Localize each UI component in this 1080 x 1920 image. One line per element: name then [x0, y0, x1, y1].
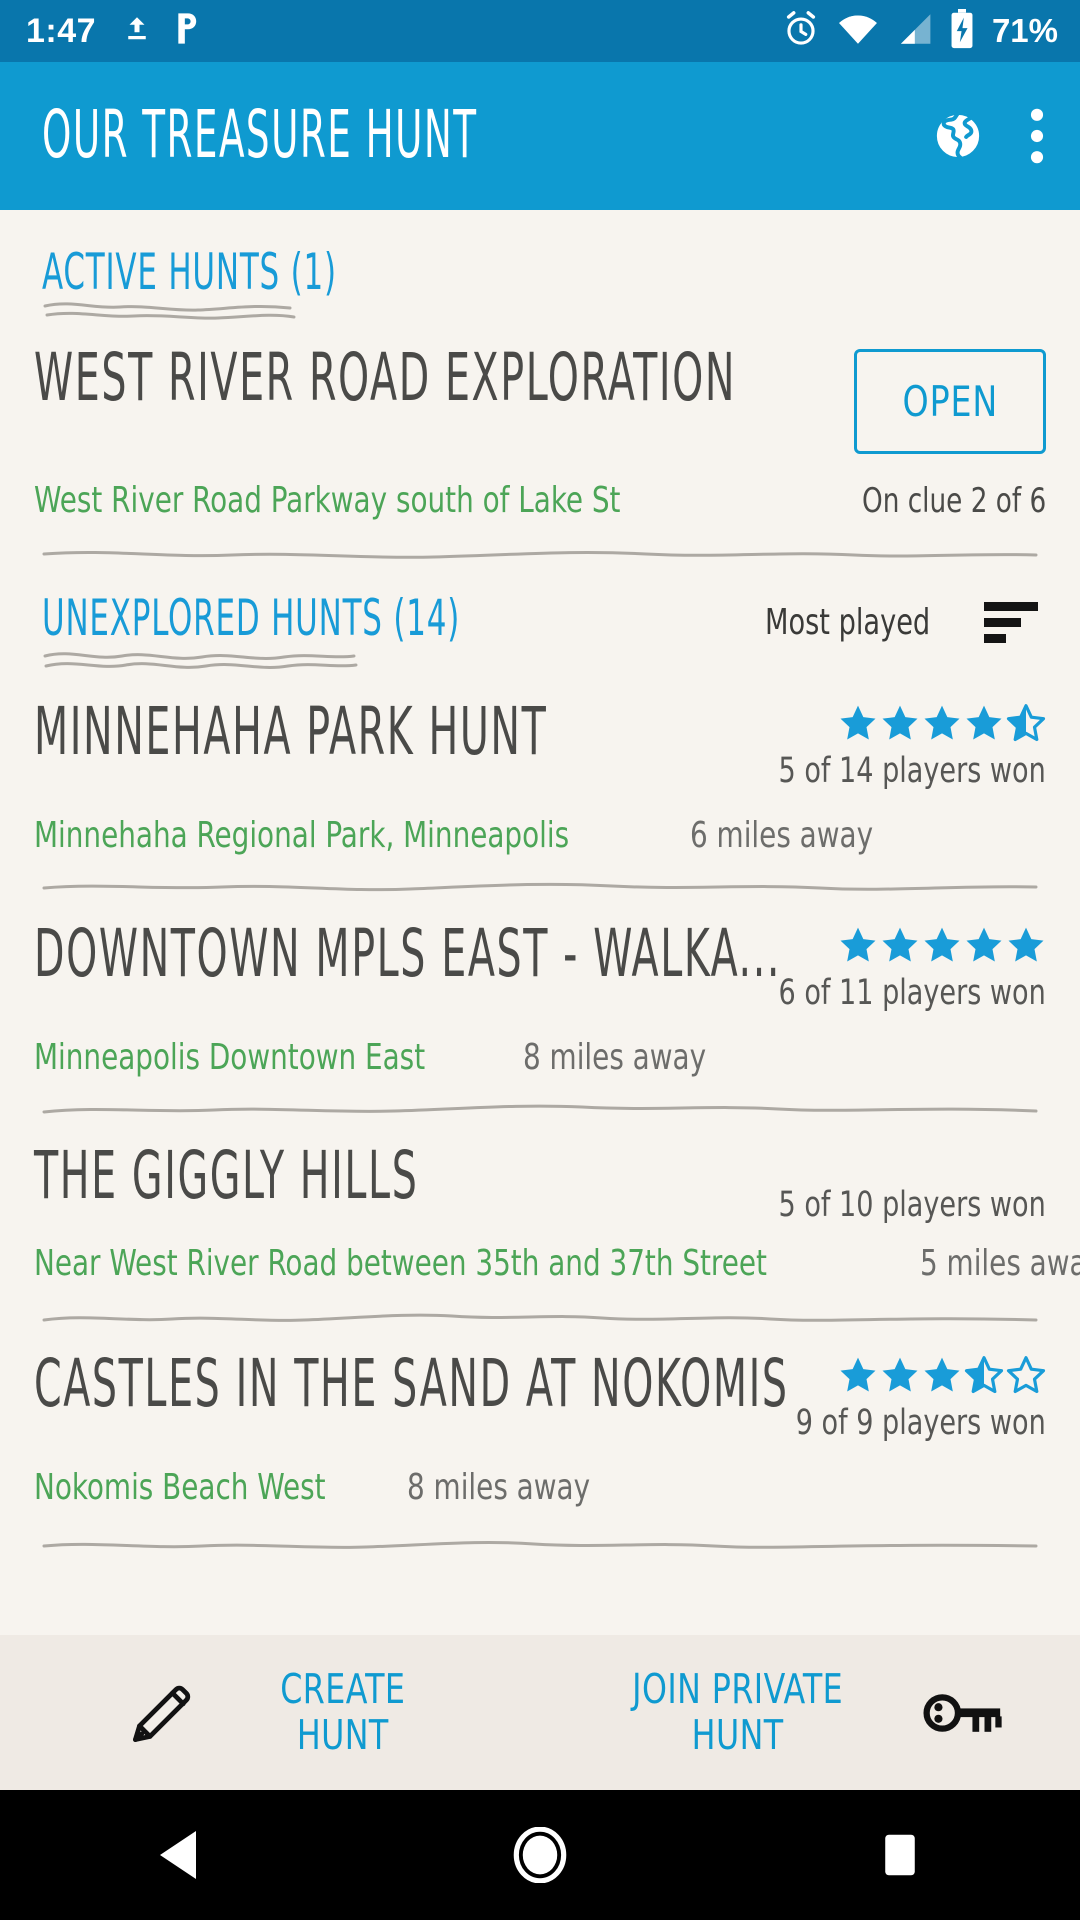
active-hunts-title: ACTIVE HUNTS (1) — [42, 243, 337, 302]
create-hunt-label: CREATE HUNT — [280, 1664, 406, 1759]
hunt-clue-status: On clue 2 of 6 — [861, 481, 1046, 521]
app-screen: 1:47 71% OUR TREASURE HUNT ACTIVE HUNTS … — [0, 0, 1080, 1920]
players-won-label: 5 of 14 players won — [778, 751, 1046, 791]
hunt-location: Near West River Road between 35th and 37… — [34, 1243, 767, 1284]
active-hunts-header: ACTIVE HUNTS (1) — [0, 210, 1080, 323]
hunt-location: Minnehaha Regional Park, Minneapolis — [34, 815, 570, 856]
hunt-location: Nokomis Beach West — [34, 1467, 326, 1508]
hunt-list-item[interactable]: DOWNTOWN MPLS EAST - WALKA... 6 of 11 pl… — [0, 919, 1080, 1078]
hunt-title: MINNEHAHA PARK HUNT — [34, 692, 548, 770]
star-full — [924, 705, 960, 740]
hunt-list-item[interactable]: MINNEHAHA PARK HUNT 5 of 14 players won … — [0, 697, 1080, 856]
star-empty — [1006, 1356, 1046, 1394]
join-private-hunt-label: JOIN PRIVATE HUNT — [632, 1664, 844, 1759]
active-hunt-row[interactable]: WEST RIVER ROAD EXPLORATION OPEN West Ri… — [0, 343, 1080, 521]
players-won-label: 6 of 11 players won — [778, 973, 1046, 1013]
open-button[interactable]: OPEN — [854, 349, 1046, 454]
star-full — [882, 705, 918, 740]
hunt-title: THE GIGGLY HILLS — [34, 1136, 419, 1214]
hunt-title: DOWNTOWN MPLS EAST - WALKA... — [34, 914, 782, 992]
sort-label: Most played — [765, 602, 931, 643]
players-won-label: 9 of 9 players won — [795, 1403, 1046, 1443]
battery-percent-label: 71% — [991, 12, 1058, 49]
globe-icon[interactable] — [930, 108, 986, 164]
key-icon — [923, 1683, 1005, 1743]
hunt-title: CASTLES IN THE SAND AT NOKOMIS — [34, 1344, 789, 1422]
hunt-list-item[interactable]: THE GIGGLY HILLS 5 of 10 players won Nea… — [0, 1141, 1080, 1284]
hunt-list-item[interactable]: CASTLES IN THE SAND AT NOKOMIS 9 of 9 pl… — [0, 1349, 1080, 1508]
hand-drawn-underline — [43, 652, 358, 669]
status-bar: 1:47 71% — [0, 0, 1080, 62]
star-full — [1008, 927, 1044, 962]
status-bar-system-icons: 71% — [782, 8, 1058, 54]
star-full — [882, 927, 918, 962]
status-bar-notification-icons — [122, 12, 200, 50]
rating-stars — [755, 1355, 1046, 1395]
wifi-icon — [837, 13, 879, 50]
open-button-label: OPEN — [902, 377, 998, 426]
star-full — [966, 927, 1002, 962]
row-divider — [0, 545, 1080, 568]
hunt-distance: 8 miles away — [407, 1467, 591, 1508]
overflow-menu-icon[interactable] — [1030, 108, 1044, 164]
unexplored-hunts-title: UNEXPLORED HUNTS (14) — [42, 589, 461, 648]
sort-control[interactable]: Most played — [765, 598, 1038, 643]
hunt-title: WEST RIVER ROAD EXPLORATION — [34, 338, 737, 416]
pandora-p-icon — [174, 12, 200, 50]
row-divider — [0, 878, 1080, 901]
page-title: OUR TREASURE HUNT — [42, 97, 478, 174]
join-private-hunt-button[interactable]: JOIN PRIVATE HUNT — [540, 1664, 1080, 1759]
row-divider — [0, 1536, 1080, 1559]
recents-square-icon[interactable] — [810, 1831, 990, 1879]
star-full — [924, 1357, 960, 1392]
alarm-icon — [782, 10, 820, 53]
back-triangle-icon[interactable] — [90, 1829, 270, 1881]
bottom-action-bar: CREATE HUNT JOIN PRIVATE HUNT — [0, 1635, 1080, 1790]
battery-charging-icon — [949, 8, 975, 54]
star-full — [840, 927, 876, 962]
create-hunt-button[interactable]: CREATE HUNT — [0, 1664, 540, 1759]
rating-stars — [735, 703, 1046, 743]
hunt-distance: 5 miles away — [920, 1243, 1080, 1284]
row-divider — [0, 1100, 1080, 1123]
star-half — [1006, 704, 1046, 742]
hunt-distance: 6 miles away — [690, 815, 874, 856]
hunt-distance: 8 miles away — [522, 1037, 706, 1078]
android-navigation-bar — [0, 1790, 1080, 1920]
pencil-icon — [124, 1675, 200, 1751]
star-full — [840, 705, 876, 740]
star-full — [966, 705, 1002, 740]
hunt-location: Minneapolis Downtown East — [34, 1037, 426, 1078]
row-divider — [0, 1308, 1080, 1331]
cell-signal-icon — [896, 12, 932, 51]
sort-descending-icon[interactable] — [984, 602, 1038, 643]
hunt-location: West River Road Parkway south of Lake St — [34, 480, 621, 521]
upload-icon — [122, 12, 152, 50]
players-won-label: 5 of 10 players won — [778, 1185, 1046, 1225]
hunt-list-scroll[interactable]: ACTIVE HUNTS (1) WEST RIVER ROAD EXPLORA… — [0, 210, 1080, 1635]
rating-stars — [735, 925, 1046, 965]
star-full — [882, 1357, 918, 1392]
star-full — [924, 927, 960, 962]
star-half — [964, 1356, 1004, 1394]
home-circle-icon[interactable] — [450, 1827, 630, 1883]
status-bar-clock: 1:47 — [26, 12, 97, 50]
unexplored-hunts-header: UNEXPLORED HUNTS (14) Most played — [0, 568, 1080, 673]
app-bar: OUR TREASURE HUNT — [0, 62, 1080, 210]
star-full — [840, 1357, 876, 1392]
